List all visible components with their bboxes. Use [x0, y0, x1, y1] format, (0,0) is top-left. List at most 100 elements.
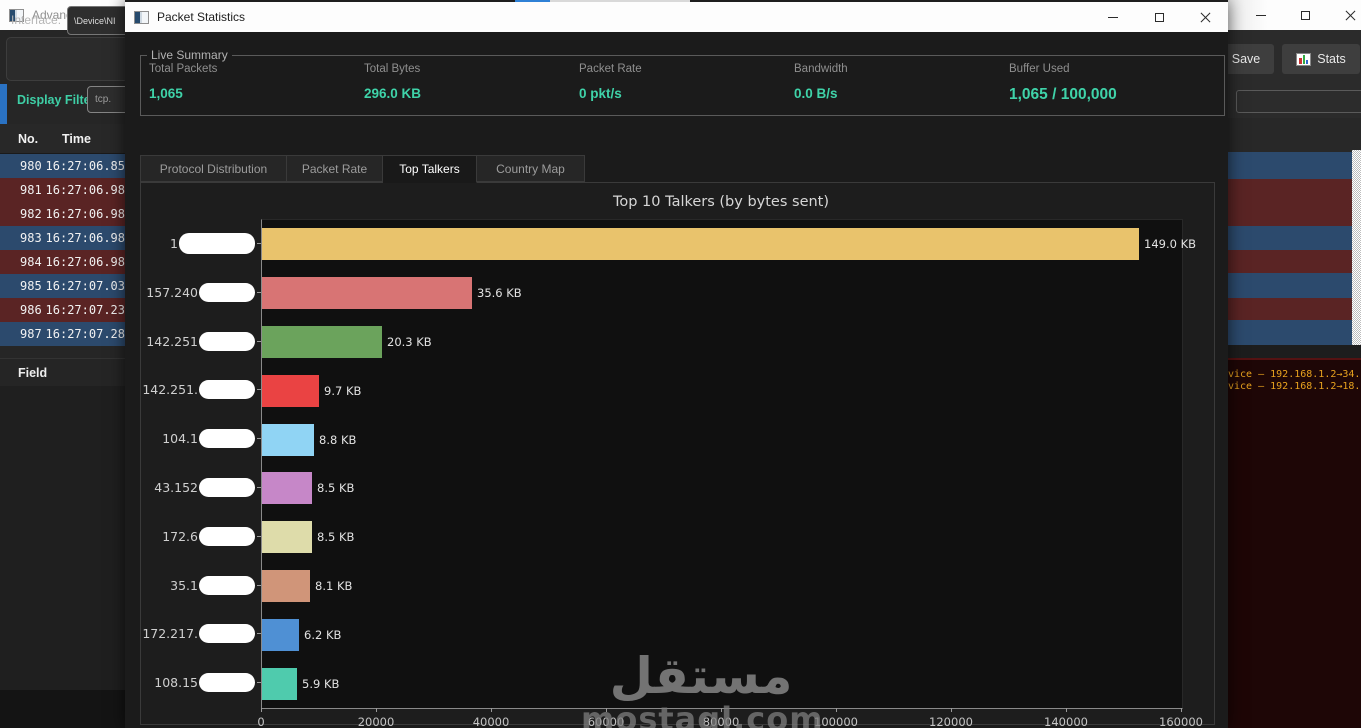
packet-time-cell: 16:27:06.98: [45, 183, 125, 197]
chart-bar: [262, 521, 312, 553]
y-axis-label: 43.152: [141, 463, 261, 512]
dialog-title: Packet Statistics: [157, 10, 246, 24]
close-icon: [1344, 9, 1357, 22]
chart-bar: [262, 277, 472, 309]
tab-protocol-distribution[interactable]: Protocol Distribution: [140, 155, 287, 182]
bar-chart-icon: [1296, 52, 1312, 66]
packet-table-row[interactable]: 986 16:27:07.23: [0, 298, 125, 322]
ip-label-prefix: 108.15: [154, 675, 198, 690]
left-bottom-strip: [0, 690, 125, 728]
bar-value-label: 8.1 KB: [315, 579, 353, 593]
packet-table-row[interactable]: 981 16:27:06.98: [0, 178, 125, 202]
x-tick-label: 140000: [1044, 715, 1088, 728]
maximize-button[interactable]: [1283, 0, 1328, 30]
y-axis-label: 157.240: [141, 268, 261, 317]
tab-packet-rate[interactable]: Packet Rate: [287, 155, 383, 182]
minimize-button[interactable]: [1238, 0, 1283, 30]
redaction-blob: [199, 527, 255, 546]
bar-value-label: 35.6 KB: [477, 286, 522, 300]
x-tick: [1065, 708, 1067, 712]
packet-row-band[interactable]: [1228, 226, 1352, 250]
stats-button[interactable]: Stats: [1282, 44, 1360, 74]
metric-label: Total Bytes: [364, 63, 421, 75]
metric-label: Total Packets: [149, 63, 218, 75]
packet-table-row[interactable]: 984 16:27:06.98: [0, 250, 125, 274]
ip-label-prefix: 104.1: [162, 431, 198, 446]
live-summary-metric: Total Packets 1,065: [149, 62, 364, 104]
x-tick-label: 20000: [357, 715, 395, 728]
chart-bar: [262, 668, 297, 700]
minimize-button[interactable]: [1090, 2, 1136, 32]
column-no: No.: [18, 131, 39, 146]
tab-country-map[interactable]: Country Map: [477, 155, 585, 182]
close-button[interactable]: [1182, 2, 1228, 32]
vertical-scrollbar[interactable]: [1352, 150, 1361, 346]
interface-panel: [6, 37, 129, 81]
packet-row-band[interactable]: [1228, 152, 1352, 179]
redaction-blob: [199, 673, 255, 692]
chart-panel: Top 10 Talkers (by bytes sent) 1 157.240 1…: [140, 182, 1215, 728]
maximize-icon: [1301, 10, 1310, 20]
packet-no-cell: 982: [20, 207, 42, 221]
dialog-titlebar[interactable]: Packet Statistics: [125, 2, 1228, 32]
stats-button-label: Stats: [1317, 52, 1346, 66]
ip-label-prefix: 43.152: [154, 480, 198, 495]
chart-bar: [262, 326, 382, 358]
x-tick-label: 0: [257, 715, 265, 728]
live-summary-metric: Packet Rate 0 pkt/s: [579, 62, 794, 104]
redaction-blob: [199, 429, 255, 448]
filter-input-bar[interactable]: [1236, 90, 1361, 113]
background-window-right: Save Stats vice — 192.168.1.2→34.24 vice …: [1218, 0, 1361, 728]
redaction-blob: [199, 380, 255, 399]
close-button[interactable]: [1328, 0, 1361, 30]
x-tick-label: 160000: [1159, 715, 1203, 728]
chart-bar: [262, 570, 310, 602]
ip-label-prefix: 35.1: [170, 578, 198, 593]
x-tick-label: 100000: [814, 715, 858, 728]
metric-value: 0 pkt/s: [579, 86, 622, 101]
packet-no-cell: 981: [20, 183, 42, 197]
metric-label: Buffer Used: [1009, 63, 1070, 75]
minimize-icon: [1108, 16, 1118, 18]
dialog-content: Live Summary Total Packets 1,065 Total Byt…: [125, 32, 1228, 728]
packet-row-band[interactable]: [1228, 250, 1352, 273]
packet-table-row[interactable]: 982 16:27:06.98: [0, 202, 125, 226]
packet-statistics-dialog: Packet Statistics Live Summary Total Pac…: [125, 0, 1228, 728]
packet-detail-pane: vice — 192.168.1.2→34.24 vice — 192.168.1…: [1228, 358, 1361, 728]
x-tick: [260, 708, 262, 712]
ip-label-prefix: 142.251: [146, 334, 198, 349]
live-summary-metric: Total Bytes 296.0 KB: [364, 62, 579, 104]
redaction-blob: [199, 283, 255, 302]
y-axis-label: 172.6: [141, 512, 261, 561]
tab-top-talkers[interactable]: Top Talkers: [383, 155, 477, 183]
packet-table-row[interactable]: 985 16:27:07.03: [0, 274, 125, 298]
ip-label-prefix: 172.6: [162, 529, 198, 544]
x-tick: [835, 708, 837, 712]
packet-no-cell: 984: [20, 255, 42, 269]
packet-row-band[interactable]: [1228, 179, 1352, 226]
maximize-button[interactable]: [1136, 2, 1182, 32]
minimize-icon: [1255, 14, 1266, 16]
live-summary-groupbox: Live Summary Total Packets 1,065 Total Byt…: [140, 48, 1225, 116]
packet-table-row[interactable]: 983 16:27:06.98: [0, 226, 125, 250]
packet-row-band[interactable]: [1228, 298, 1352, 320]
bar-value-label: 149.0 KB: [1144, 237, 1197, 251]
y-axis-label: 1: [141, 219, 261, 268]
chart-bar: [262, 472, 312, 504]
window-controls: [1090, 2, 1228, 32]
app-icon: [134, 10, 149, 24]
packet-table-row[interactable]: 980 16:27:06.85: [0, 154, 125, 178]
y-axis-label: 142.251: [141, 317, 261, 366]
packet-time-cell: 16:27:06.98: [45, 255, 125, 269]
packet-row-band[interactable]: [1228, 320, 1352, 345]
bar-value-label: 8.8 KB: [319, 433, 357, 447]
packet-table-row[interactable]: 987 16:27:07.28: [0, 322, 125, 346]
chart-bar: [262, 424, 314, 456]
live-summary-title: Live Summary: [151, 48, 228, 62]
field-section-header: Field: [0, 358, 125, 386]
background-window-left: Advanced Networ Interface: \Device\NI Di…: [0, 0, 144, 728]
chart-bar: [262, 619, 299, 651]
bar-value-label: 20.3 KB: [387, 335, 432, 349]
screen: Advanced Networ Interface: \Device\NI Di…: [0, 0, 1361, 728]
packet-row-band[interactable]: [1228, 273, 1352, 298]
